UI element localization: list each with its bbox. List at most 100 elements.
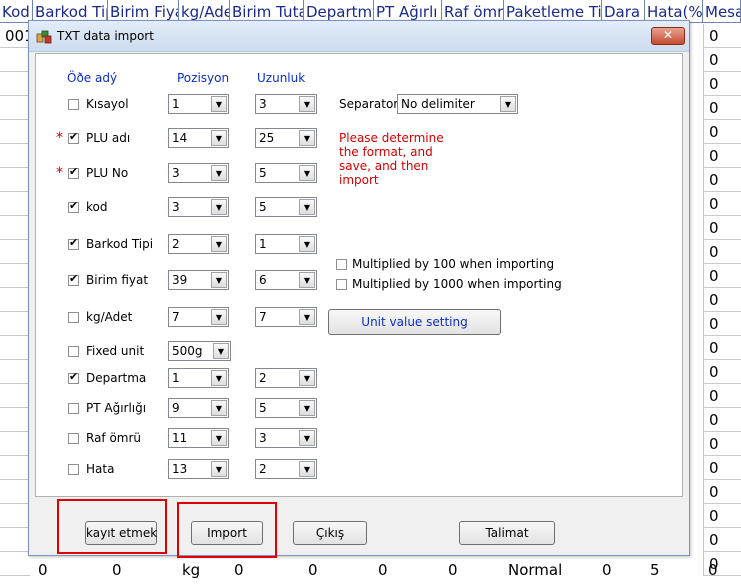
position-select[interactable]: 500g ▼ — [168, 341, 231, 361]
table-cell[interactable]: 0 — [703, 216, 741, 240]
chevron-down-icon[interactable]: ▼ — [211, 130, 227, 146]
exit-button[interactable]: Çıkış — [293, 521, 367, 545]
length-select[interactable]: 3 ▼ — [255, 94, 317, 114]
chevron-down-icon[interactable]: ▼ — [299, 165, 315, 181]
table-cell[interactable]: 0 — [234, 558, 244, 582]
table-cell[interactable]: 0 — [703, 408, 741, 432]
position-select[interactable]: 11 ▼ — [168, 428, 229, 448]
table-cell[interactable]: 0 — [703, 48, 741, 72]
table-cell[interactable]: 0 — [703, 24, 741, 48]
chevron-down-icon[interactable]: ▼ — [299, 400, 315, 416]
dialog-titlebar[interactable]: TXT data import ✕ — [29, 21, 689, 52]
table-cell[interactable] — [0, 336, 30, 360]
chevron-down-icon[interactable]: ▼ — [299, 236, 315, 252]
position-select[interactable]: 2 ▼ — [168, 234, 229, 254]
table-cell[interactable]: 0 — [308, 558, 318, 582]
length-select[interactable]: 3 ▼ — [255, 428, 317, 448]
position-select[interactable]: 13 ▼ — [168, 459, 229, 479]
field-checkbox[interactable] — [68, 346, 79, 357]
chevron-down-icon[interactable]: ▼ — [500, 96, 516, 112]
table-cell[interactable]: 0 — [703, 144, 741, 168]
chevron-down-icon[interactable]: ▼ — [299, 430, 315, 446]
table-cell[interactable]: 5 — [650, 558, 660, 582]
table-cell[interactable] — [0, 96, 30, 120]
table-cell[interactable]: 0 — [703, 96, 741, 120]
chevron-down-icon[interactable]: ▼ — [211, 272, 227, 288]
chevron-down-icon[interactable]: ▼ — [211, 309, 227, 325]
chevron-down-icon[interactable]: ▼ — [211, 430, 227, 446]
table-cell[interactable] — [0, 144, 30, 168]
chevron-down-icon[interactable]: ▼ — [211, 236, 227, 252]
field-checkbox[interactable] — [68, 464, 79, 475]
table-cell[interactable]: 0 — [703, 72, 741, 96]
length-select[interactable]: 7 ▼ — [255, 307, 317, 327]
close-button[interactable]: ✕ — [651, 27, 685, 45]
table-cell[interactable] — [0, 432, 30, 456]
table-cell[interactable]: 0 — [703, 264, 741, 288]
position-select[interactable]: 7 ▼ — [168, 307, 229, 327]
field-checkbox[interactable] — [68, 403, 79, 414]
position-select[interactable]: 39 ▼ — [168, 270, 229, 290]
table-cell[interactable] — [0, 192, 30, 216]
length-select[interactable]: 5 ▼ — [255, 197, 317, 217]
position-select[interactable]: 1 ▼ — [168, 368, 229, 388]
position-select[interactable]: 14 ▼ — [168, 128, 229, 148]
field-checkbox[interactable]: ✔ — [68, 130, 79, 144]
length-select[interactable]: 2 ▼ — [255, 368, 317, 388]
chevron-down-icon[interactable]: ▼ — [211, 165, 227, 181]
table-cell[interactable]: 0 — [703, 432, 741, 456]
position-select[interactable]: 9 ▼ — [168, 398, 229, 418]
chevron-down-icon[interactable]: ▼ — [211, 96, 227, 112]
table-cell[interactable]: 0 — [448, 558, 458, 582]
chevron-down-icon[interactable]: ▼ — [299, 461, 315, 477]
table-cell[interactable]: 0 — [703, 456, 741, 480]
field-checkbox[interactable]: ✔ — [68, 199, 79, 213]
table-cell[interactable] — [0, 288, 30, 312]
length-select[interactable]: 6 ▼ — [255, 270, 317, 290]
table-cell[interactable] — [0, 360, 30, 384]
field-checkbox[interactable]: ✔ — [68, 236, 79, 250]
table-cell[interactable] — [0, 168, 30, 192]
separator-select[interactable]: No delimiter ▼ — [397, 94, 518, 114]
table-cell[interactable] — [0, 528, 30, 552]
table-cell[interactable]: 0 — [703, 480, 741, 504]
unit-value-setting-button[interactable]: Unit value setting — [328, 309, 501, 335]
chevron-down-icon[interactable]: ▼ — [299, 130, 315, 146]
table-cell[interactable] — [0, 48, 30, 72]
table-cell[interactable]: 001 — [0, 24, 30, 48]
field-checkbox[interactable]: ✔ — [68, 272, 79, 286]
multiply-100-checkbox[interactable] — [336, 259, 347, 270]
chevron-down-icon[interactable]: ▼ — [299, 370, 315, 386]
field-checkbox[interactable]: ✔ — [68, 165, 79, 179]
chevron-down-icon[interactable]: ▼ — [213, 343, 229, 359]
table-cell[interactable] — [0, 384, 30, 408]
table-cell[interactable]: 0 — [708, 558, 718, 582]
position-select[interactable]: 3 ▼ — [168, 197, 229, 217]
table-cell[interactable] — [0, 456, 30, 480]
length-select[interactable]: 2 ▼ — [255, 459, 317, 479]
length-select[interactable]: 1 ▼ — [255, 234, 317, 254]
chevron-down-icon[interactable]: ▼ — [299, 309, 315, 325]
table-cell[interactable]: 0 — [703, 336, 741, 360]
chevron-down-icon[interactable]: ▼ — [211, 461, 227, 477]
table-cell[interactable]: 0 — [602, 558, 612, 582]
table-cell[interactable]: 0 — [38, 558, 48, 582]
table-cell[interactable] — [0, 312, 30, 336]
field-checkbox[interactable] — [68, 312, 79, 323]
table-cell[interactable]: 0 — [703, 288, 741, 312]
position-select[interactable]: 1 ▼ — [168, 94, 229, 114]
chevron-down-icon[interactable]: ▼ — [211, 199, 227, 215]
length-select[interactable]: 25 ▼ — [255, 128, 317, 148]
position-select[interactable]: 3 ▼ — [168, 163, 229, 183]
table-cell[interactable] — [0, 120, 30, 144]
table-cell[interactable]: Normal — [508, 558, 562, 582]
table-cell[interactable]: 0 — [703, 504, 741, 528]
field-checkbox[interactable] — [68, 433, 79, 444]
table-cell[interactable]: 0 — [703, 384, 741, 408]
chevron-down-icon[interactable]: ▼ — [211, 370, 227, 386]
table-cell[interactable] — [0, 216, 30, 240]
table-cell[interactable]: 0 — [703, 120, 741, 144]
length-select[interactable]: 5 ▼ — [255, 398, 317, 418]
table-cell[interactable]: 0 — [378, 558, 388, 582]
chevron-down-icon[interactable]: ▼ — [299, 199, 315, 215]
